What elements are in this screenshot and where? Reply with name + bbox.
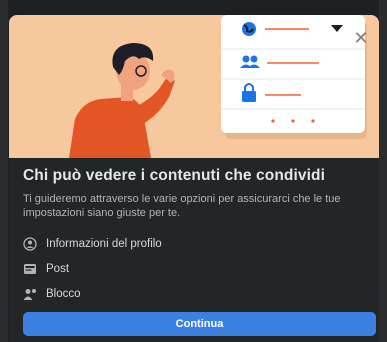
topic-list: Informazioni del profilo Post Blocco [23,231,363,306]
privacy-checkup-dialog: ✕ Chi può vedere i contenuti che condivi… [9,15,379,342]
dialog-description: Ti guideremo attraverso le varie opzioni… [23,193,341,219]
list-item-post: Post [23,256,363,281]
hero-illustration: ✕ [9,15,379,158]
list-item-label: Post [46,262,70,275]
person-with-privacy-card-illustration [69,15,367,158]
dialog-title: Chi può vedere i contenuti che condividi [23,167,325,184]
list-item-label: Informazioni del profilo [46,237,162,250]
backdrop-left [0,0,8,342]
close-icon[interactable]: ✕ [350,27,372,49]
block-icon [23,287,37,301]
list-item-label: Blocco [46,287,81,300]
post-icon [23,262,37,276]
list-item-block: Blocco [23,281,363,306]
profile-info-icon [23,236,37,251]
list-item-profile-info: Informazioni del profilo [23,231,363,256]
backdrop-right [379,0,387,342]
continue-button[interactable]: Continua [23,312,376,336]
